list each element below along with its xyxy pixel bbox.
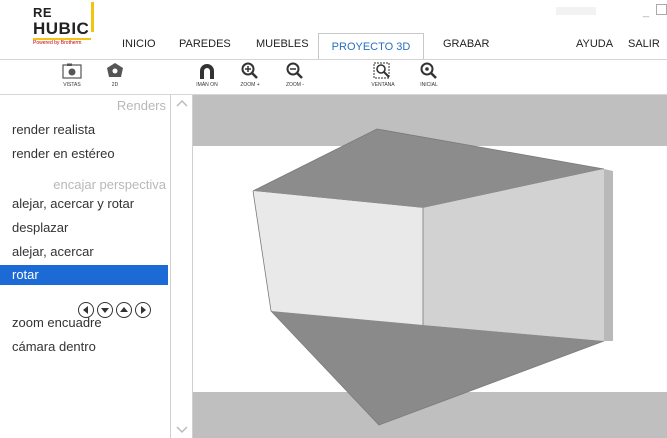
scroll-down-icon[interactable] <box>176 426 188 434</box>
logo-accent-bar <box>91 2 94 32</box>
toolbar-zoom-in-button[interactable]: ZOOM + <box>235 62 265 88</box>
camera-icon <box>62 63 82 79</box>
render-estereo-item[interactable]: render en estéreo <box>0 144 168 164</box>
zoom-encuadre-item[interactable]: zoom encuadre <box>0 313 168 333</box>
toolbar-iman-button[interactable]: IMÁN ON <box>191 62 223 88</box>
logo-line2: HUBIC <box>33 19 90 38</box>
3d-viewport[interactable] <box>193 95 667 438</box>
room-left-wall <box>253 191 423 325</box>
room-front-edge <box>604 169 613 341</box>
app-logo[interactable]: RE HUBIC Powered by Brotherm <box>5 2 94 52</box>
menu-paredes[interactable]: PAREDES <box>179 38 231 50</box>
zoom-in-icon <box>241 62 258 79</box>
perspective-heading: encajar perspectiva <box>53 177 166 192</box>
camara-dentro-item[interactable]: cámara dentro <box>0 337 168 357</box>
toolbar-inicial-button[interactable]: INICIAL <box>414 62 444 88</box>
alejar-acercar-item[interactable]: alejar, acercar <box>0 242 168 262</box>
scroll-up-icon[interactable] <box>176 99 188 107</box>
toolbar-inicial-label: INICIAL <box>420 82 438 88</box>
maximize-button[interactable] <box>656 4 667 15</box>
menu-ayuda[interactable]: AYUDA <box>576 38 613 50</box>
minimize-button[interactable]: _ <box>643 6 649 18</box>
toolbar-ventana-button[interactable]: VENTANA <box>366 62 400 88</box>
toolbar-2d-label: 2D <box>111 82 119 88</box>
menu-salir[interactable]: SALIR <box>628 38 660 50</box>
toolbar-iman-label: IMÁN ON <box>196 82 218 88</box>
logo-line1: RE <box>33 5 53 20</box>
panel-scrollbar[interactable] <box>170 95 193 438</box>
renders-heading: Renders <box>116 98 166 113</box>
render-realista-item[interactable]: render realista <box>0 120 168 140</box>
menu-proyecto-3d-label: PROYECTO 3D <box>331 41 411 53</box>
menu-muebles[interactable]: MUEBLES <box>256 38 309 50</box>
zoom-out-icon <box>286 62 303 79</box>
toolbar: VISTAS 2D IMÁN ON ZOOM + ZOOM - VENTANA … <box>0 60 667 95</box>
toolbar-ventana-label: VENTANA <box>371 82 395 88</box>
zoom-window-icon <box>373 62 390 79</box>
menu-grabar[interactable]: GRABAR <box>443 38 489 50</box>
logo-powered-by: Powered by Brotherm <box>33 40 82 46</box>
compass-icon <box>107 63 123 77</box>
zoom-initial-icon <box>420 62 437 79</box>
menu-inicio[interactable]: INICIO <box>122 38 156 50</box>
title-bar-blank <box>556 7 596 15</box>
room-3d-model <box>252 128 613 426</box>
toolbar-zoom-out-button[interactable]: ZOOM - <box>280 62 310 88</box>
toolbar-2d-button[interactable]: 2D <box>103 62 127 88</box>
desplazar-item[interactable]: desplazar <box>0 218 168 238</box>
toolbar-zoom-out-label: ZOOM - <box>285 82 305 88</box>
app-header: RE HUBIC Powered by Brotherm INICIO PARE… <box>0 0 667 60</box>
toolbar-zoom-in-label: ZOOM + <box>240 82 260 88</box>
rotar-item[interactable]: rotar <box>0 265 168 285</box>
toolbar-vistas-button[interactable]: VISTAS <box>57 62 87 88</box>
alejar-acercar-rotar-item[interactable]: alejar, acercar y rotar <box>0 194 168 214</box>
magnet-icon <box>200 64 214 79</box>
menu-proyecto-3d[interactable]: PROYECTO 3D <box>318 33 424 60</box>
toolbar-vistas-label: VISTAS <box>63 82 81 88</box>
options-panel: Renders render realista render en estére… <box>0 95 170 438</box>
